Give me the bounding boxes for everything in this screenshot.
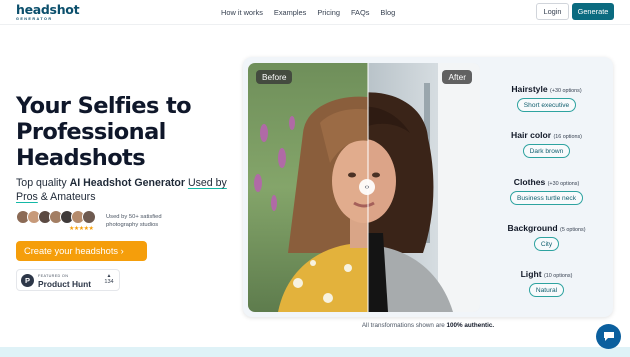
footnote-text: All transformations shown are: [361, 322, 447, 329]
hero-subtitle-suffix: & Amateurs: [37, 191, 96, 203]
option-chip-clothes[interactable]: Business turtle neck: [509, 191, 583, 205]
nav-link-faqs[interactable]: FAQs: [351, 8, 369, 17]
option-title: Hairstyle (+30 options): [480, 84, 613, 94]
nav-link-examples[interactable]: Examples: [274, 8, 306, 17]
option-title-text: Hair color: [511, 130, 552, 140]
option-title-text: Hairstyle: [511, 84, 548, 94]
option-count: (16 options): [553, 134, 582, 140]
login-button[interactable]: Login: [536, 3, 569, 20]
avatar: [82, 210, 96, 224]
chat-glyph-icon: [603, 332, 614, 341]
hero-subtitle-prefix: Top quality: [16, 177, 70, 189]
create-headshots-button[interactable]: Create your headshots ›: [16, 241, 147, 261]
before-after-photo[interactable]: Before After ‹›: [248, 63, 480, 312]
upvote-count: ▲ 134: [103, 273, 115, 286]
authenticity-footnote: All transformations shown are 100% authe…: [0, 322, 630, 329]
generate-button[interactable]: Generate: [572, 3, 614, 20]
compare-slider-handle-icon[interactable]: ‹›: [359, 179, 375, 195]
option-count: (5 options): [560, 227, 586, 233]
hero-subtitle-bold: AI Headshot Generator: [69, 177, 185, 189]
top-nav: headshot GENERATOR How it works Examples…: [0, 0, 630, 25]
option-count: (+30 options): [547, 181, 580, 187]
nav-links: How it works Examples Pricing FAQs Blog: [221, 8, 406, 17]
used-by-text: Used by 50+ satisfied photography studio…: [106, 214, 162, 228]
logo[interactable]: headshot GENERATOR: [16, 2, 80, 21]
option-background: Background (5 options) City: [480, 223, 613, 251]
option-title-text: Background: [507, 223, 558, 233]
logo-text: headshot: [16, 2, 80, 17]
option-chip-background[interactable]: City: [533, 237, 560, 251]
upvote-number: 134: [104, 279, 114, 285]
after-label: After: [442, 70, 472, 84]
nav-link-pricing[interactable]: Pricing: [317, 8, 340, 17]
product-hunt-name: Product Hunt: [38, 279, 92, 289]
option-chip-hair-color[interactable]: Dark brown: [522, 144, 571, 158]
product-hunt-logo-icon: P: [21, 274, 34, 287]
option-chip-hairstyle[interactable]: Short executive: [516, 98, 577, 112]
nav-link-how-it-works[interactable]: How it works: [221, 8, 263, 17]
option-count: (10 options): [543, 273, 573, 279]
option-clothes: Clothes (+30 options) Business turtle ne…: [480, 177, 613, 205]
footnote-bold: 100% authentic.: [446, 322, 495, 329]
option-title: Clothes (+30 options): [480, 177, 613, 187]
logo-subtext: GENERATOR: [16, 16, 53, 21]
next-section-band: [0, 347, 630, 357]
customer-avatars: [16, 210, 96, 224]
option-title: Hair color (16 options): [480, 130, 613, 140]
option-hair-color: Hair color (16 options) Dark brown: [480, 130, 613, 158]
option-title-text: Clothes: [513, 177, 546, 187]
product-hunt-featured-label: FEATURED ON: [38, 273, 69, 278]
option-title: Background (5 options): [480, 223, 613, 233]
rating-stars-icon: ★★★★★: [69, 226, 94, 232]
option-chip-light[interactable]: Natural: [528, 283, 565, 297]
option-title: Light (10 options): [480, 269, 613, 279]
option-hairstyle: Hairstyle (+30 options) Short executive: [480, 84, 613, 112]
option-title-text: Light: [520, 269, 542, 279]
product-hunt-badge[interactable]: P FEATURED ON Product Hunt ▲ 134: [16, 269, 120, 291]
option-count: (+30 options): [550, 88, 582, 94]
option-light: Light (10 options) Natural: [480, 269, 613, 297]
before-label: Before: [256, 70, 293, 84]
hero-title: Your Selfies to Professional Headshots: [16, 93, 192, 171]
nav-link-blog[interactable]: Blog: [380, 8, 395, 17]
chat-bubble-icon[interactable]: [596, 324, 621, 349]
hero-subtitle: Top quality AI Headshot Generator Used b…: [16, 176, 236, 204]
